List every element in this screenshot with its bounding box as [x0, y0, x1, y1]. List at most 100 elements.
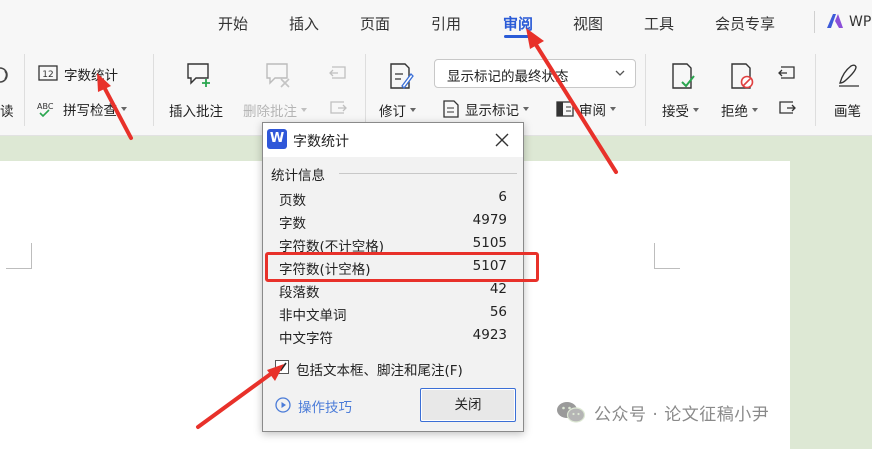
delete-comment-icon[interactable] — [265, 62, 293, 88]
stat-value: 56 — [489, 304, 507, 320]
dialog-titlebar[interactable]: W 字数统计 — [263, 123, 523, 157]
crop-mark — [6, 243, 32, 269]
markup-mode-select[interactable]: 显示标记的最终状态 — [434, 59, 636, 88]
accept-icon[interactable] — [670, 62, 696, 90]
watermark: 公众号 · 论文征稿小尹 — [556, 400, 770, 425]
tab-insert[interactable]: 插入 — [289, 13, 319, 34]
track-changes-button[interactable]: 修订 — [379, 100, 416, 120]
stat-label: 非中文单词 — [279, 308, 347, 324]
play-circle-icon[interactable] — [275, 397, 291, 413]
word-count-icon: 12 — [38, 65, 58, 81]
close-button[interactable]: 关闭 — [420, 388, 516, 422]
spell-check-label: 拼写检查 — [63, 103, 117, 119]
word-count-label: 字数统计 — [64, 68, 118, 84]
ribbon-separator — [153, 54, 154, 126]
chevron-down-icon — [610, 107, 616, 111]
reject-label: 拒绝 — [721, 104, 748, 120]
tab-page[interactable]: 页面 — [360, 13, 390, 34]
markup-mode-value: 显示标记的最终状态 — [447, 69, 569, 85]
word-count-button[interactable]: 12 字数统计 — [38, 64, 118, 84]
show-markup-button[interactable]: 显示标记 — [442, 99, 529, 119]
chevron-down-icon — [410, 108, 416, 112]
next-comment-icon[interactable] — [328, 99, 348, 119]
insert-comment-icon[interactable] — [186, 62, 214, 88]
tab-tools[interactable]: 工具 — [644, 13, 674, 34]
ribbon-separator — [365, 54, 366, 126]
active-tab-indicator — [504, 35, 534, 38]
stat-row-words: 字数 4979 — [263, 210, 523, 233]
previous-comment-icon[interactable] — [328, 64, 348, 84]
spell-check-button[interactable]: ABC 拼写检查 — [36, 99, 127, 119]
chevron-down-icon — [615, 70, 625, 76]
stat-row-chinese-chars: 中文字符 4923 — [263, 325, 523, 348]
ribbon-separator — [24, 54, 25, 126]
pen-button[interactable]: 画笔 — [834, 100, 861, 120]
show-markup-icon — [443, 100, 459, 118]
chevron-down-icon — [752, 108, 758, 112]
include-checkbox-label[interactable]: 包括文本框、脚注和尾注(F) — [296, 359, 463, 379]
crop-mark — [654, 243, 680, 269]
track-changes-icon[interactable] — [388, 62, 414, 90]
statistics-group-label: 统计信息 — [271, 164, 329, 184]
watermark-text: 公众号 · 论文征稿小尹 — [594, 404, 770, 425]
delete-comment-label: 删除批注 — [243, 104, 297, 120]
chevron-down-icon — [523, 107, 529, 111]
reject-button[interactable]: 拒绝 — [721, 100, 758, 120]
accept-button[interactable]: 接受 — [662, 100, 699, 120]
svg-text:12: 12 — [42, 70, 53, 80]
pen-label: 画笔 — [834, 104, 861, 120]
stat-label: 页数 — [279, 193, 306, 209]
review-pane-label: 审阅 — [579, 103, 606, 119]
wps-brand-text[interactable]: WP — [849, 14, 871, 30]
stat-value: 6 — [498, 189, 507, 205]
stat-value: 4923 — [472, 327, 507, 343]
stat-value: 42 — [489, 281, 507, 297]
stat-value: 5105 — [472, 235, 507, 251]
spell-check-icon: ABC — [37, 102, 54, 118]
reject-icon[interactable] — [729, 62, 755, 90]
include-textbox-footnotes-checkbox[interactable] — [275, 360, 289, 374]
review-pane-button[interactable]: 审阅 — [556, 99, 616, 119]
review-pane-icon — [556, 101, 574, 117]
stat-label: 中文字符 — [279, 331, 333, 347]
wps-ai-icon[interactable] — [826, 13, 844, 29]
menu-divider — [814, 11, 815, 33]
menu-bar: 开始 插入 页面 引用 审阅 视图 工具 会员专享 WP — [0, 0, 872, 44]
show-markup-label: 显示标记 — [465, 103, 519, 119]
tab-home[interactable]: 开始 — [218, 13, 248, 34]
wps-writer-logo-icon: W — [267, 129, 287, 149]
delete-comment-button[interactable]: 删除批注 — [243, 100, 307, 120]
previous-change-icon[interactable] — [777, 64, 797, 84]
tab-references[interactable]: 引用 — [431, 13, 461, 34]
stat-value: 4979 — [472, 212, 507, 228]
stat-label: 段落数 — [279, 285, 320, 301]
insert-comment-button[interactable]: 插入批注 — [169, 100, 223, 120]
read-aloud-label: 读 — [0, 104, 14, 120]
tips-link[interactable]: 操作技巧 — [298, 396, 352, 416]
highlight-box — [265, 252, 539, 282]
stat-label: 字数 — [279, 216, 306, 232]
svg-text:ABC: ABC — [37, 102, 54, 111]
chevron-down-icon — [301, 108, 307, 112]
chevron-down-icon — [693, 108, 699, 112]
close-icon[interactable] — [493, 131, 511, 149]
stat-row-pages: 页数 6 — [263, 187, 523, 210]
read-aloud-button[interactable]: 读 — [0, 100, 14, 120]
tab-member[interactable]: 会员专享 — [715, 13, 775, 34]
chevron-down-icon — [121, 107, 127, 111]
group-divider — [339, 173, 517, 174]
stat-row-paragraphs: 段落数 42 — [263, 279, 523, 302]
accept-label: 接受 — [662, 104, 689, 120]
next-change-icon[interactable] — [777, 99, 797, 119]
wechat-icon — [557, 402, 586, 423]
tab-view[interactable]: 视图 — [573, 13, 603, 34]
insert-comment-label: 插入批注 — [169, 104, 223, 120]
read-aloud-icon[interactable] — [0, 64, 14, 86]
tab-review[interactable]: 审阅 — [503, 13, 533, 34]
pen-icon[interactable] — [837, 62, 861, 88]
ribbon-separator — [815, 54, 816, 126]
ribbon-separator — [645, 54, 646, 126]
stat-row-non-chinese-words: 非中文单词 56 — [263, 302, 523, 325]
checkmark-icon — [277, 362, 287, 372]
dialog-title: 字数统计 — [293, 134, 349, 150]
